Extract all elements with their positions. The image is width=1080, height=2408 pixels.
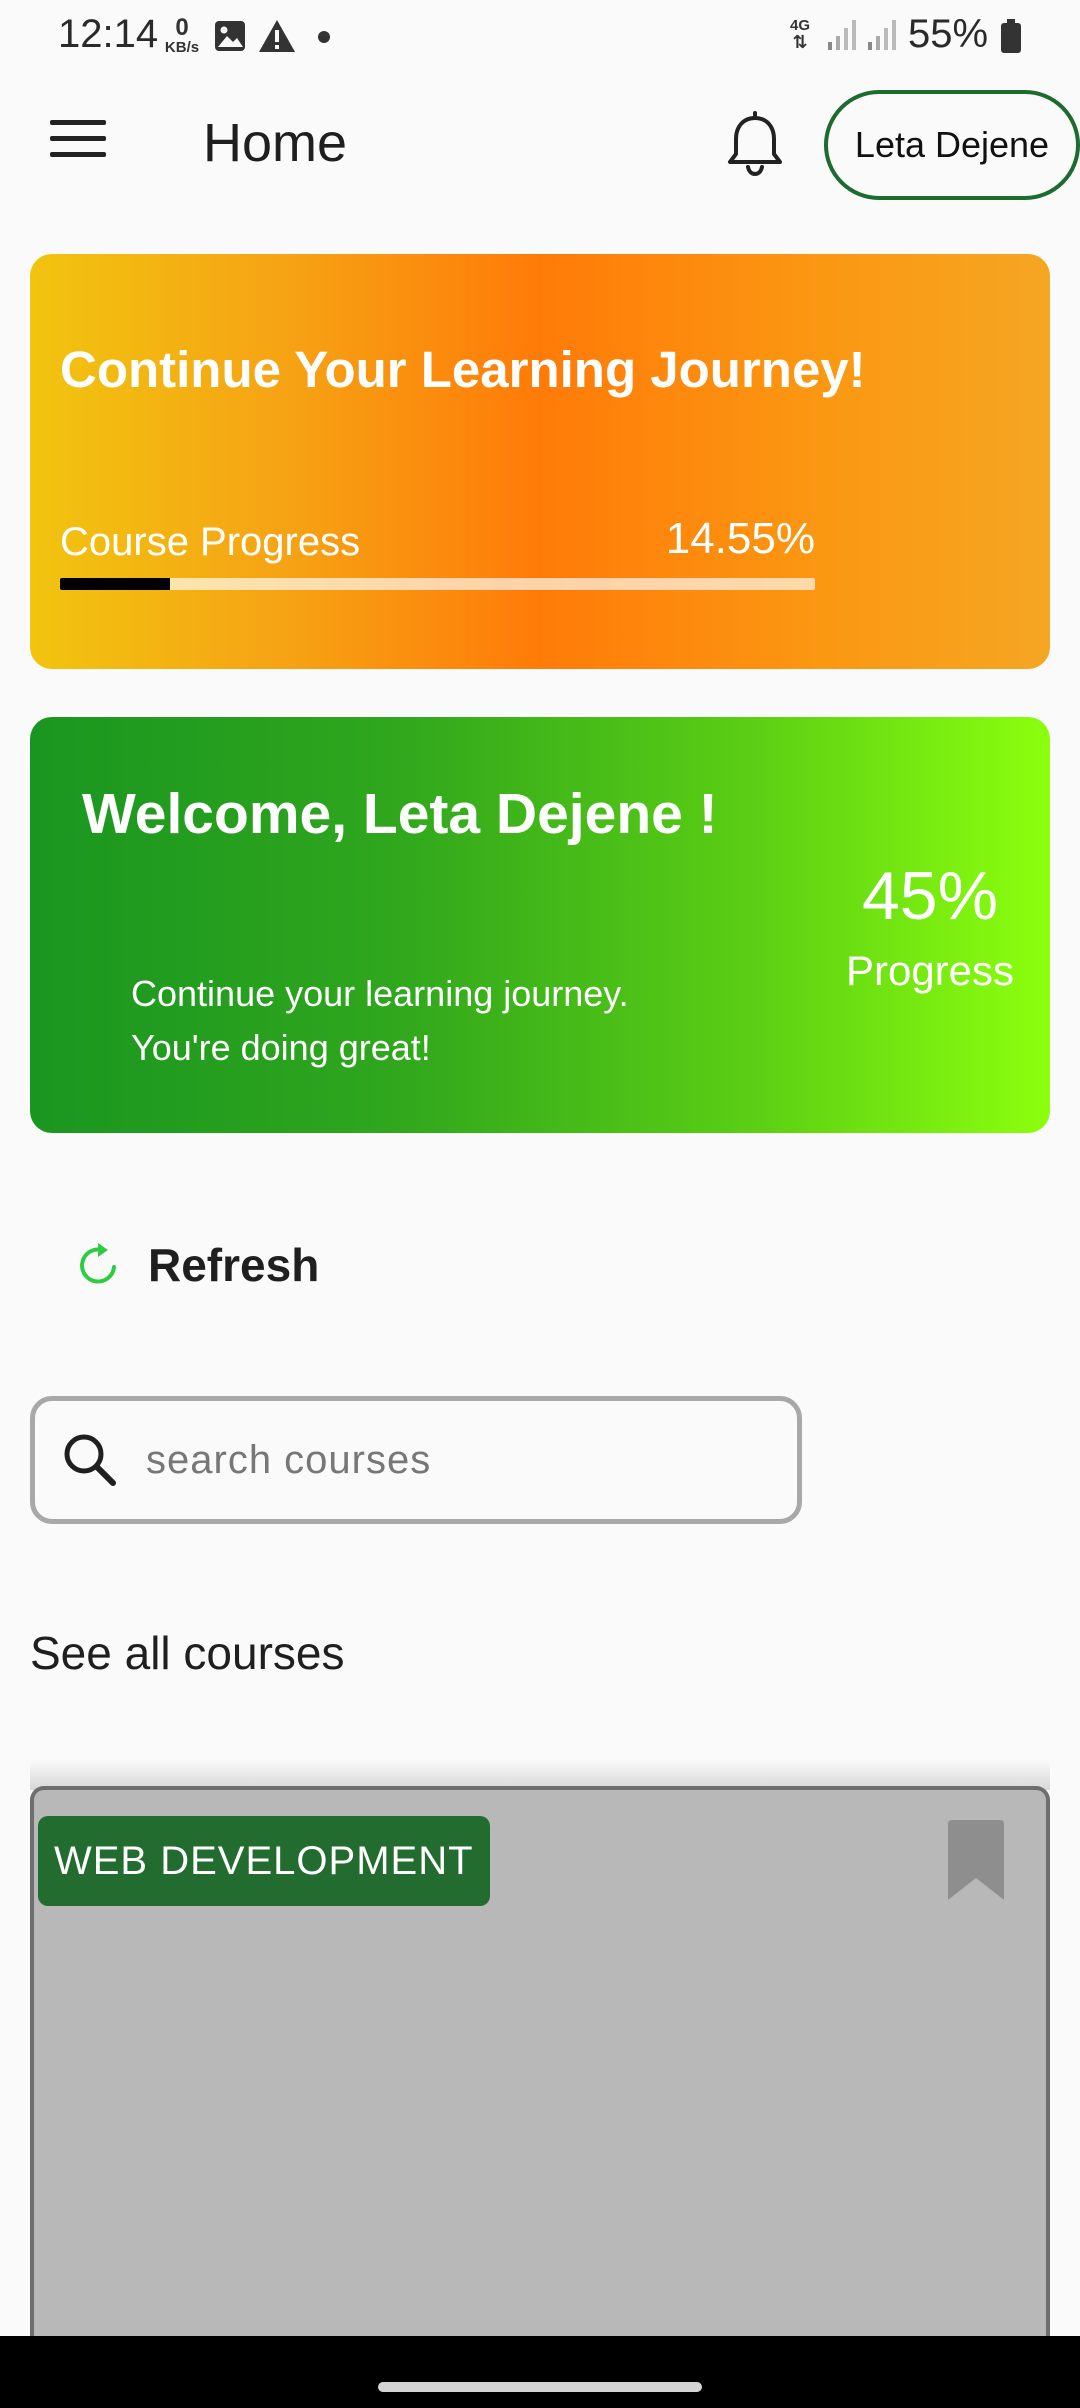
refresh-icon [80,1243,116,1284]
bookmark-button[interactable] [946,1818,1006,1907]
notification-dot-icon [318,31,330,43]
refresh-label: Refresh [148,1239,320,1291]
warning-icon [259,20,295,52]
notifications-button[interactable] [720,110,790,180]
status-bar: 12:14 0 KB/s 4G ⇅ 55% [0,0,1080,72]
home-gesture-handle[interactable] [378,2382,702,2392]
search-field[interactable] [30,1396,802,1524]
course-progress-bar [60,578,815,590]
bell-icon [728,111,782,177]
status-time: 12:14 [58,12,159,56]
course-progress-label: Course Progress [60,520,361,564]
menu-icon [50,120,106,157]
welcome-card: Welcome, Leta Dejene ! Continue your lea… [30,717,1050,1133]
overall-progress-percent: 45% [861,858,999,934]
data-arrows-icon: ⇅ [792,32,808,52]
battery-icon [1001,19,1021,53]
bookmark-icon [948,1820,1004,1900]
refresh-button[interactable]: Refresh [70,1230,319,1300]
course-card[interactable]: WEB DEVELOPMENT [30,1786,1050,2346]
data-rate-value: 0 [175,14,189,41]
see-all-courses-link[interactable]: See all courses [30,1626,345,1680]
welcome-title: Welcome, Leta Dejene ! [82,782,718,846]
data-rate-unit: KB/s [164,39,200,56]
course-category-badge: WEB DEVELOPMENT [38,1816,490,1906]
search-input[interactable] [146,1437,766,1483]
system-navigation-bar [0,2336,1080,2408]
user-name: Leta Dejene [854,124,1050,165]
signal-1-icon [828,20,856,50]
journey-title: Continue Your Learning Journey! [60,341,866,398]
user-profile-button[interactable]: Leta Dejene [824,90,1080,200]
data-rate-indicator: 0 KB/s [160,14,204,56]
learning-journey-card[interactable]: Continue Your Learning Journey! Course P… [30,254,1050,669]
welcome-message-line1: Continue your learning journey. [131,973,629,1014]
search-icon [64,1434,116,1486]
page-title: Home [203,113,348,173]
network-type: 4G ⇅ [786,18,814,51]
overall-progress-label: Progress [845,947,1015,994]
gallery-icon [215,21,245,51]
course-progress-value: 14.55% [665,514,815,563]
menu-button[interactable] [50,120,106,166]
battery-percent: 55% [908,12,989,56]
welcome-message-line2: You're doing great! [131,1027,431,1068]
course-progress-fill [60,578,170,590]
signal-2-icon [868,20,896,50]
welcome-message: Continue your learning journey. You're d… [131,967,629,1075]
